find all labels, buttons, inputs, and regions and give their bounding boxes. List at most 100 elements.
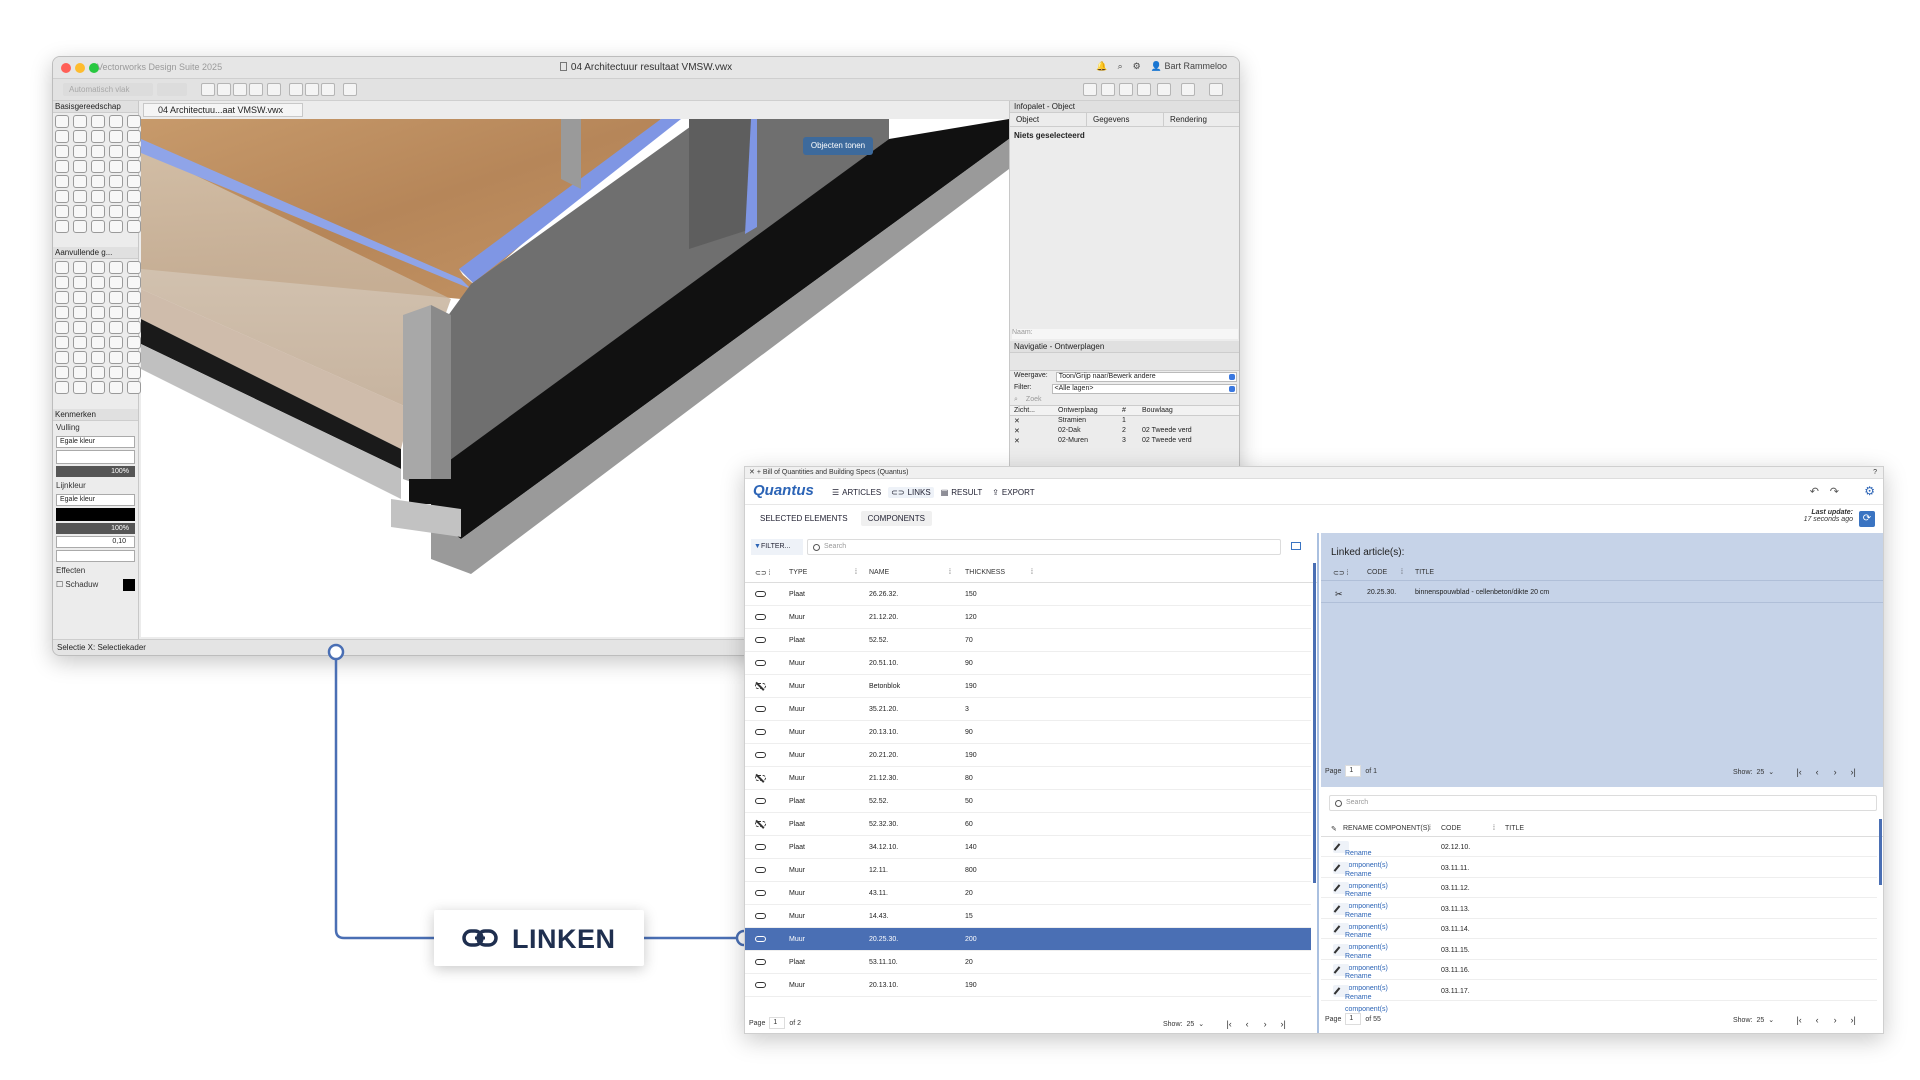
table-row[interactable]: Plaat 52.52. 70 bbox=[745, 629, 1311, 652]
first-page-icon[interactable]: |‹ bbox=[1792, 1013, 1806, 1027]
col-rename-handle[interactable]: ⁞ bbox=[1429, 825, 1431, 832]
link-icon[interactable] bbox=[755, 936, 766, 942]
last-page-icon[interactable]: ›| bbox=[1846, 1013, 1860, 1027]
table-row[interactable]: Muur 35.21.20. 3 bbox=[745, 698, 1311, 721]
link-icon[interactable] bbox=[755, 798, 766, 804]
show-select[interactable]: 25 bbox=[1186, 1021, 1194, 1028]
link-icon[interactable] bbox=[755, 959, 766, 965]
col-rename[interactable]: RENAME COMPONENT(S) bbox=[1343, 825, 1430, 832]
next-page-icon[interactable]: › bbox=[1828, 765, 1842, 779]
col-thickness[interactable]: THICKNESS bbox=[965, 569, 1005, 576]
rename-search-input[interactable]: Search bbox=[1329, 795, 1877, 811]
nav-links[interactable]: ⊂⊃ LINKS bbox=[888, 487, 934, 498]
components-scrollbar[interactable] bbox=[1313, 563, 1316, 883]
nav-articles[interactable]: ☰ ARTICLES bbox=[829, 487, 884, 498]
table-row[interactable]: Muur 20.51.10. 90 bbox=[745, 652, 1311, 675]
rename-component-button[interactable]: Rename component(s) bbox=[1333, 841, 1388, 869]
table-row[interactable]: Plaat 52.32.30. 60 bbox=[745, 813, 1311, 836]
table-row[interactable]: Plaat 53.11.10. 20 bbox=[745, 951, 1311, 974]
first-page-icon[interactable]: |‹ bbox=[1792, 765, 1806, 779]
tab-components[interactable]: COMPONENTS bbox=[860, 511, 932, 526]
table-row[interactable]: Muur 20.13.10. 90 bbox=[745, 721, 1311, 744]
close-icon[interactable]: ✕ bbox=[749, 469, 755, 476]
col-type-handle[interactable]: ⁞ bbox=[855, 569, 857, 576]
rename-component-button[interactable]: Rename component(s) bbox=[1333, 861, 1388, 890]
list-item[interactable]: Rename component(s) 03.11.12. bbox=[1321, 878, 1877, 910]
filter-button[interactable]: ▼ FILTER... bbox=[751, 539, 803, 555]
list-item[interactable]: Rename component(s) 03.11.13. bbox=[1321, 899, 1877, 931]
unlink-icon[interactable] bbox=[755, 821, 766, 827]
link-icon[interactable] bbox=[755, 706, 766, 712]
list-item[interactable]: Rename component(s) 03.11.15. bbox=[1321, 940, 1877, 972]
page-input[interactable]: 1 bbox=[1345, 765, 1362, 777]
prev-page-icon[interactable]: ‹ bbox=[1810, 1013, 1824, 1027]
redo-icon[interactable]: ↷ bbox=[1830, 485, 1839, 498]
unlink-icon[interactable]: ✂ bbox=[1335, 589, 1343, 600]
list-item[interactable]: Rename component(s) 03.11.16. bbox=[1321, 960, 1877, 992]
rename-component-button[interactable]: Rename component(s) bbox=[1333, 964, 1388, 992]
unlink-icon[interactable] bbox=[755, 775, 766, 781]
link-icon[interactable] bbox=[755, 890, 766, 896]
table-row[interactable]: Muur 21.12.20. 120 bbox=[745, 606, 1311, 629]
table-row[interactable]: Plaat 26.26.32. 150 bbox=[745, 583, 1311, 606]
col-code[interactable]: CODE bbox=[1441, 825, 1461, 832]
link-icon[interactable] bbox=[755, 913, 766, 919]
nav-export[interactable]: ⇪ EXPORT bbox=[989, 487, 1037, 498]
link-icon[interactable] bbox=[755, 591, 766, 597]
table-row[interactable]: Muur 20.21.20. 190 bbox=[745, 744, 1311, 767]
list-item[interactable]: Rename component(s) 02.12.10. bbox=[1321, 837, 1877, 869]
col-code-handle[interactable]: ⁞ bbox=[1401, 569, 1403, 576]
tab-selected-elements[interactable]: SELECTED ELEMENTS bbox=[753, 511, 855, 526]
pin-icon[interactable]: + bbox=[757, 469, 761, 476]
unlink-icon[interactable] bbox=[755, 683, 766, 689]
settings-icon[interactable]: ⚙ bbox=[1864, 484, 1875, 498]
show-select[interactable]: 25 bbox=[1756, 769, 1764, 776]
columns-icon[interactable] bbox=[1291, 542, 1301, 550]
prev-page-icon[interactable]: ‹ bbox=[1240, 1017, 1254, 1031]
last-page-icon[interactable]: ›| bbox=[1276, 1017, 1290, 1031]
col-name-handle[interactable]: ⁞ bbox=[949, 569, 951, 576]
list-item[interactable]: Rename component(s) 03.11.14. bbox=[1321, 919, 1877, 951]
table-row[interactable]: Muur 14.43. 15 bbox=[745, 905, 1311, 928]
table-row[interactable]: Muur 12.11. 800 bbox=[745, 859, 1311, 882]
nav-result[interactable]: ▤ RESULT bbox=[938, 487, 986, 498]
table-row[interactable]: Plaat 34.12.10. 140 bbox=[745, 836, 1311, 859]
table-row[interactable]: Muur 20.25.30. 200 bbox=[745, 928, 1311, 951]
col-code-handle[interactable]: ⁞ bbox=[1493, 825, 1495, 832]
list-item[interactable]: Rename component(s) 03.11.11. bbox=[1321, 858, 1877, 890]
rename-component-button[interactable]: Rename component(s) bbox=[1333, 902, 1388, 931]
col-name[interactable]: NAME bbox=[869, 569, 889, 576]
list-item[interactable]: Rename component(s) 03.11.17. bbox=[1321, 981, 1877, 1013]
table-row[interactable]: Plaat 52.52. 50 bbox=[745, 790, 1311, 813]
undo-icon[interactable]: ↶ bbox=[1810, 485, 1819, 498]
rename-scrollbar[interactable] bbox=[1879, 819, 1882, 885]
col-thickness-handle[interactable]: ⁞ bbox=[1031, 569, 1033, 576]
rename-component-button[interactable]: Rename component(s) bbox=[1333, 923, 1388, 951]
prev-page-icon[interactable]: ‹ bbox=[1810, 765, 1824, 779]
col-type[interactable]: TYPE bbox=[789, 569, 807, 576]
next-page-icon[interactable]: › bbox=[1828, 1013, 1842, 1027]
help-icon[interactable]: ? bbox=[1873, 467, 1877, 479]
link-icon[interactable] bbox=[755, 982, 766, 988]
table-row[interactable]: Muur 21.12.30. 80 bbox=[745, 767, 1311, 790]
link-icon[interactable] bbox=[755, 660, 766, 666]
linked-article-row[interactable]: ✂ 20.25.30. binnenspouwblad - cellenbeto… bbox=[1321, 581, 1883, 603]
link-icon[interactable] bbox=[755, 729, 766, 735]
rename-component-button[interactable]: Rename component(s) bbox=[1333, 984, 1388, 1013]
link-icon[interactable] bbox=[755, 867, 766, 873]
page-input[interactable]: 1 bbox=[769, 1017, 786, 1029]
refresh-button[interactable]: ⟳ bbox=[1859, 511, 1875, 527]
col-title[interactable]: TITLE bbox=[1415, 569, 1434, 576]
page-input[interactable]: 1 bbox=[1345, 1013, 1362, 1025]
link-icon[interactable] bbox=[755, 844, 766, 850]
table-row[interactable]: Muur 20.13.10. 190 bbox=[745, 974, 1311, 997]
col-title[interactable]: TITLE bbox=[1505, 825, 1524, 832]
next-page-icon[interactable]: › bbox=[1258, 1017, 1272, 1031]
first-page-icon[interactable]: |‹ bbox=[1222, 1017, 1236, 1031]
link-icon[interactable] bbox=[755, 614, 766, 620]
table-row[interactable]: Muur 43.11. 20 bbox=[745, 882, 1311, 905]
link-icon[interactable] bbox=[755, 637, 766, 643]
components-search-input[interactable]: Search bbox=[807, 539, 1281, 555]
last-page-icon[interactable]: ›| bbox=[1846, 765, 1860, 779]
show-select[interactable]: 25 bbox=[1756, 1017, 1764, 1024]
